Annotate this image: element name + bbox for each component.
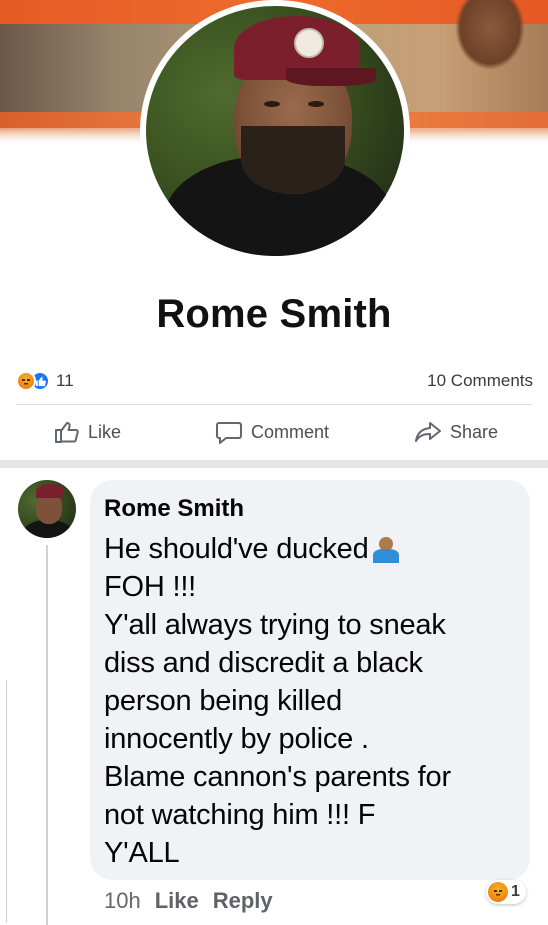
profile-avatar[interactable] xyxy=(140,0,410,262)
comment-label: Comment xyxy=(251,421,330,442)
comment-line: He should've ducked xyxy=(104,530,524,568)
comment-like-button[interactable]: Like xyxy=(155,888,199,914)
comment-line: Y'all always trying to sneak xyxy=(104,609,446,641)
comment-line-text: He should've ducked xyxy=(104,533,369,565)
thumbs-up-icon xyxy=(55,422,79,443)
angry-face-icon xyxy=(488,882,508,902)
photo-beard xyxy=(241,126,345,194)
reaction-summary[interactable]: 11 xyxy=(16,370,74,392)
comments-count[interactable]: 10 Comments xyxy=(427,371,533,391)
section-divider xyxy=(0,460,548,468)
comment-line: Blame cannon's parents for xyxy=(104,761,451,793)
like-button[interactable]: Like xyxy=(54,420,121,444)
commenter-avatar[interactable] xyxy=(18,480,76,538)
divider xyxy=(16,404,532,405)
comment-line: FOH !!! xyxy=(104,571,197,603)
photo-cap-bill xyxy=(286,68,376,86)
comment-timestamp[interactable]: 10h xyxy=(104,888,141,914)
profile-photo xyxy=(146,6,404,256)
comment-line: diss and discredit a black xyxy=(104,647,423,679)
cover-figure xyxy=(455,0,525,70)
comment-line: Y'ALL xyxy=(104,837,180,869)
cap-logo-icon xyxy=(294,28,324,58)
comment-text: He should've ducked FOH !!! Y'all always… xyxy=(104,530,524,872)
post-action-bar: Like Comment Share xyxy=(0,412,548,452)
like-label: Like xyxy=(88,421,122,442)
left-edge-divider xyxy=(0,680,7,923)
comment-reaction-count: 1 xyxy=(511,883,520,900)
comment-line: person being killed xyxy=(104,685,343,717)
share-label: Share xyxy=(450,421,499,442)
comment-reaction-pill[interactable]: 1 xyxy=(486,880,526,904)
reaction-count: 11 xyxy=(56,371,74,390)
person-shrugging-emoji xyxy=(372,535,399,565)
comment-reply-button[interactable]: Reply xyxy=(213,888,273,914)
profile-name[interactable]: Rome Smith xyxy=(0,292,548,337)
share-button[interactable]: Share xyxy=(414,420,498,444)
thread-line xyxy=(46,545,48,925)
comment-button[interactable]: Comment xyxy=(215,420,329,444)
comment-meta: 10h Like Reply xyxy=(104,888,273,914)
avatar-cap xyxy=(36,484,64,498)
photo-eye-right xyxy=(308,101,324,107)
angry-face-icon xyxy=(16,371,36,391)
comment-author[interactable]: Rome Smith xyxy=(104,495,244,523)
share-arrow-icon xyxy=(415,422,441,442)
photo-eye-left xyxy=(264,101,280,107)
speech-bubble-icon xyxy=(216,422,242,444)
comment-line: innocently by police . xyxy=(104,723,369,755)
comment-line: not watching him !!! F xyxy=(104,799,376,831)
